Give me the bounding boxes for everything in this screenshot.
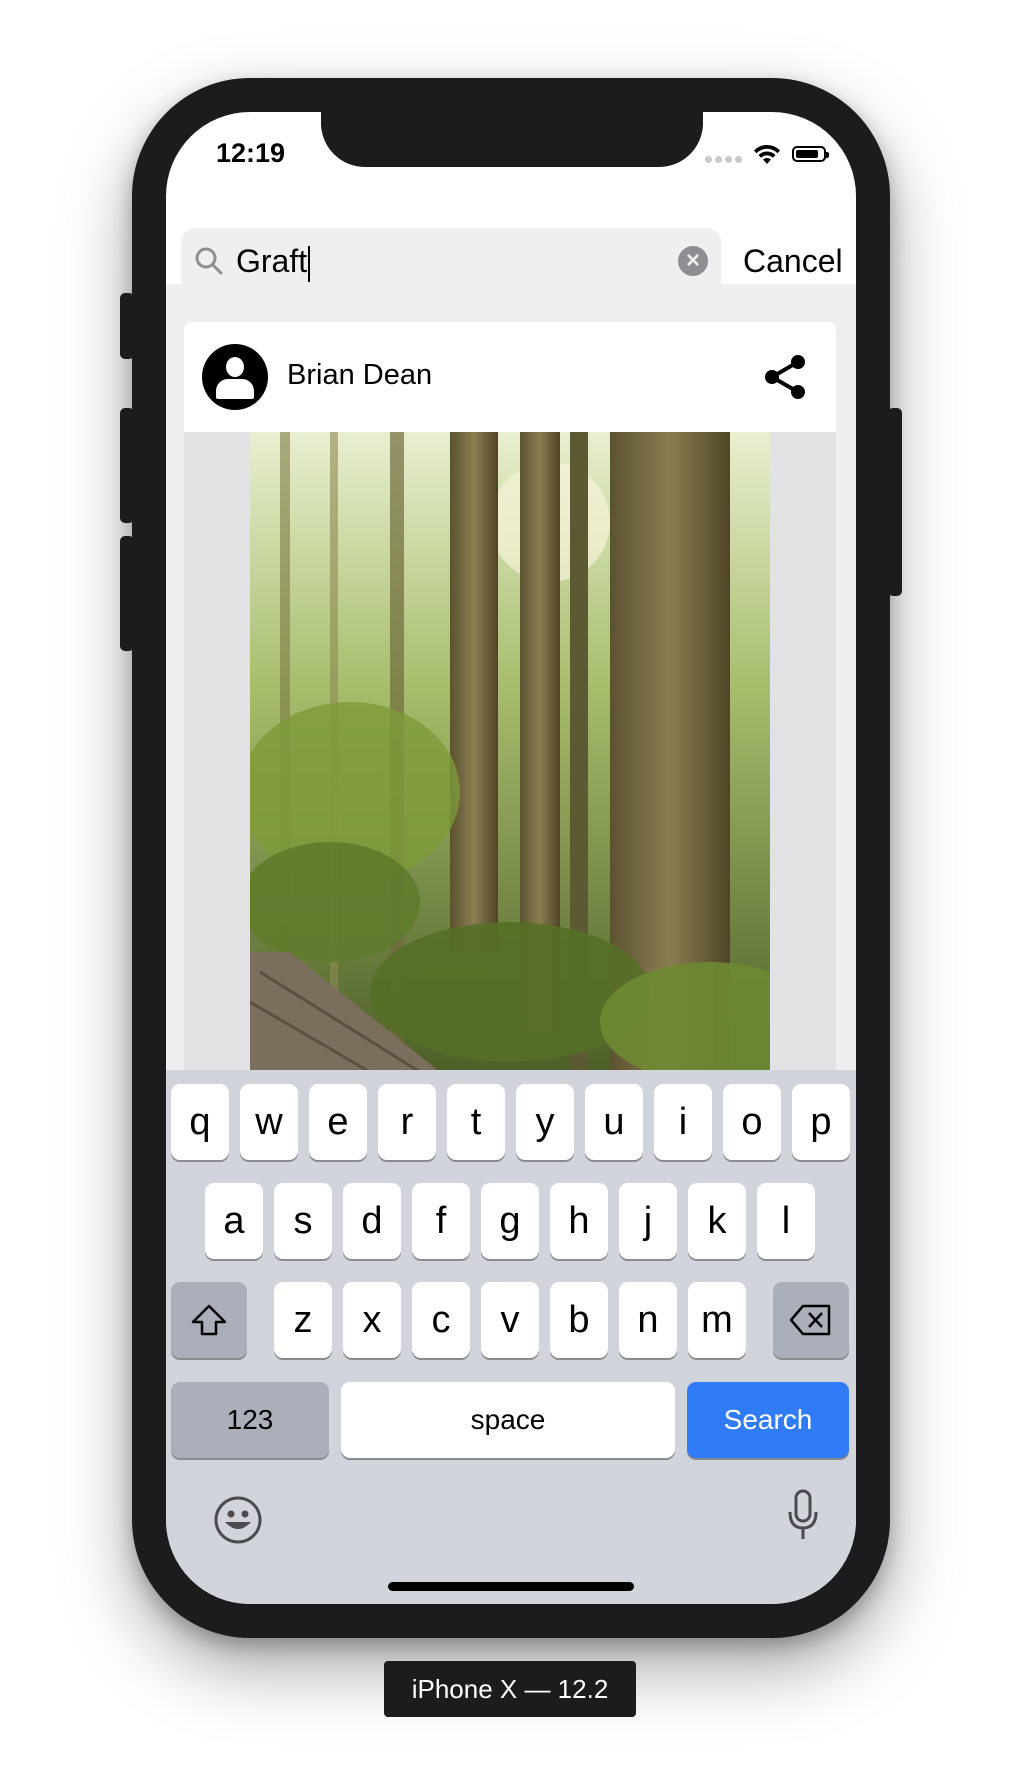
microphone-icon[interactable]	[786, 1488, 820, 1542]
key-b[interactable]: b	[550, 1282, 608, 1358]
cancel-button[interactable]: Cancel	[743, 236, 843, 286]
status-time: 12:19	[216, 138, 286, 168]
key-h[interactable]: h	[550, 1183, 608, 1259]
numbers-key[interactable]: 123	[171, 1382, 329, 1458]
signal-icon	[705, 146, 742, 163]
delete-key[interactable]	[773, 1282, 849, 1358]
key-j[interactable]: j	[619, 1183, 677, 1259]
status-icons	[705, 142, 829, 166]
key-e[interactable]: e	[309, 1084, 367, 1160]
key-u[interactable]: u	[585, 1084, 643, 1160]
home-indicator[interactable]	[388, 1582, 634, 1591]
volume-down-button	[120, 536, 134, 651]
post-header: Brian Dean	[184, 322, 836, 432]
key-o[interactable]: o	[723, 1084, 781, 1160]
battery-icon	[792, 146, 829, 162]
key-s[interactable]: s	[274, 1183, 332, 1259]
key-p[interactable]: p	[792, 1084, 850, 1160]
key-r[interactable]: r	[378, 1084, 436, 1160]
key-q[interactable]: q	[171, 1084, 229, 1160]
key-x[interactable]: x	[343, 1282, 401, 1358]
text-caret	[308, 245, 311, 282]
volume-up-button	[120, 408, 134, 523]
key-d[interactable]: d	[343, 1183, 401, 1259]
keyboard: qwertyuiop asdfghjkl zxcvbnm 123 space S…	[166, 1070, 856, 1604]
power-button	[888, 408, 902, 596]
clear-icon[interactable]: ×	[678, 246, 708, 276]
key-v[interactable]: v	[481, 1282, 539, 1358]
screen: 12:19 Graft × Cancel Brian Dean q w e r …	[166, 112, 856, 1604]
share-icon[interactable]	[760, 352, 810, 402]
key-y[interactable]: y	[516, 1084, 574, 1160]
key-i[interactable]: i	[654, 1084, 712, 1160]
key-t[interactable]: t	[447, 1084, 505, 1160]
device-label: iPhone X — 12.2	[384, 1661, 636, 1717]
avatar[interactable]	[202, 344, 268, 410]
search-icon	[195, 247, 223, 275]
key-k[interactable]: k	[688, 1183, 746, 1259]
emoji-icon[interactable]	[212, 1494, 264, 1546]
key-a[interactable]: a	[205, 1183, 263, 1259]
search-query: Graft	[236, 243, 308, 279]
key-m[interactable]: m	[688, 1282, 746, 1358]
mute-switch	[120, 293, 134, 359]
wifi-icon	[754, 144, 780, 164]
key-l[interactable]: l	[757, 1183, 815, 1259]
post-image-frame	[184, 432, 836, 1072]
post-image[interactable]	[250, 432, 770, 1072]
key-w[interactable]: w	[240, 1084, 298, 1160]
key-n[interactable]: n	[619, 1282, 677, 1358]
forest-image	[250, 432, 770, 1072]
backspace-icon	[789, 1304, 831, 1336]
shift-key[interactable]	[171, 1282, 247, 1358]
key-c[interactable]: c	[412, 1282, 470, 1358]
space-key[interactable]: space	[341, 1382, 675, 1458]
shift-icon	[191, 1304, 227, 1336]
notch	[321, 112, 703, 167]
search-results: Brian Dean	[166, 284, 856, 1072]
key-g[interactable]: g	[481, 1183, 539, 1259]
key-z[interactable]: z	[274, 1282, 332, 1358]
search-key[interactable]: Search	[687, 1382, 849, 1458]
key-f[interactable]: f	[412, 1183, 470, 1259]
post-author[interactable]: Brian Dean	[287, 359, 432, 392]
